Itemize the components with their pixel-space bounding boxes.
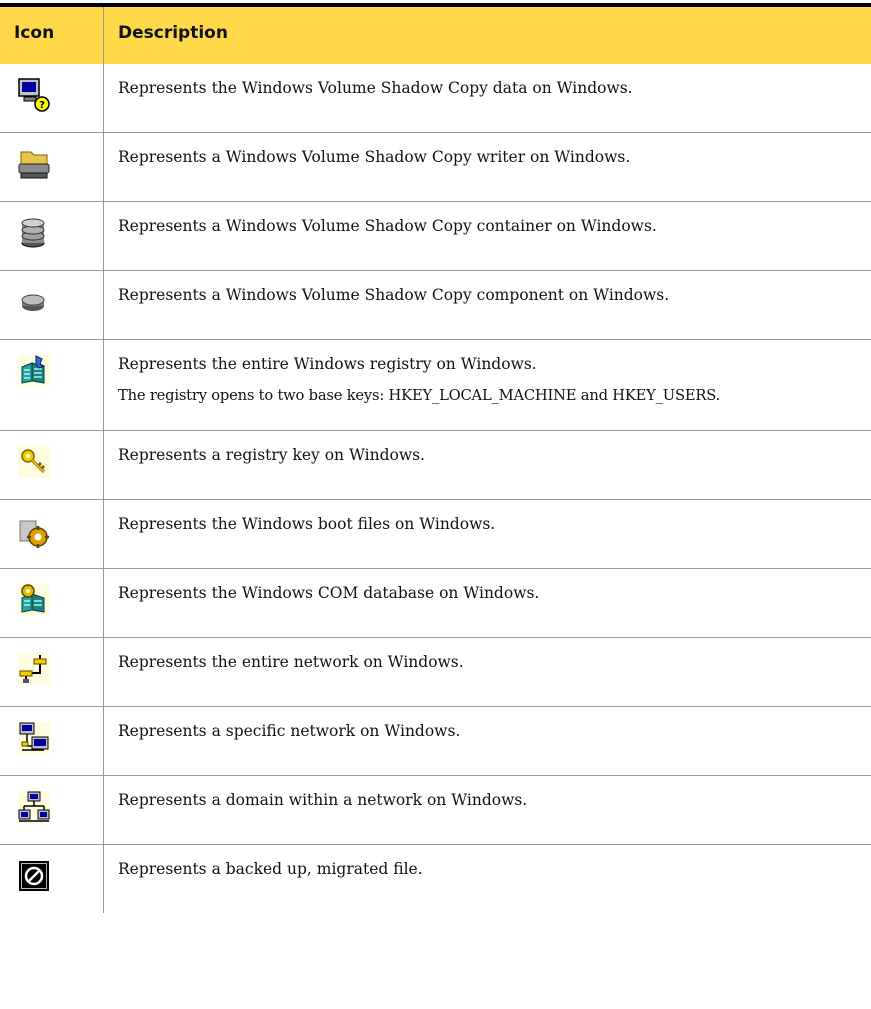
icon-description-table: Icon Description ? Represents the Window… <box>0 3 871 913</box>
vss-component-icon <box>16 284 52 320</box>
row-description: Represents the Windows COM database on W… <box>118 584 540 602</box>
row-description: Represents the Windows Volume Shadow Cop… <box>118 79 633 97</box>
header-description-label: Description <box>118 23 228 43</box>
table-row: ? Represents the Windows Volume Shadow C… <box>0 64 871 133</box>
boot-files-icon <box>16 513 52 549</box>
table-row: Represents a specific network on Windows… <box>0 707 871 776</box>
entire-network-icon <box>16 651 52 687</box>
table-row: Represents a Windows Volume Shadow Copy … <box>0 133 871 202</box>
table-row: Represents a Windows Volume Shadow Copy … <box>0 202 871 271</box>
row-description: Represents the entire network on Windows… <box>118 653 464 671</box>
row-description: Represents the entire Windows registry o… <box>118 355 537 373</box>
row-description-detail: The registry opens to two base keys: HKE… <box>118 387 721 404</box>
header-cell-icon: Icon <box>0 7 104 64</box>
com-database-icon <box>16 582 52 618</box>
table-row: Represents the entire network on Windows… <box>0 638 871 707</box>
vss-data-icon: ? <box>16 77 52 113</box>
table-row: Represents a domain within a network on … <box>0 776 871 845</box>
row-description: Represents a specific network on Windows… <box>118 722 461 740</box>
table-row: Represents a backed up, migrated file. <box>0 845 871 913</box>
row-description: Represents a backed up, migrated file. <box>118 860 423 878</box>
row-description: Represents a Windows Volume Shadow Copy … <box>118 286 670 304</box>
table-row: Represents the entire Windows registry o… <box>0 340 871 431</box>
table-row: Represents the Windows boot files on Win… <box>0 500 871 569</box>
row-description: Represents the Windows boot files on Win… <box>118 515 496 533</box>
table-row: Represents a registry key on Windows. <box>0 431 871 500</box>
domain-icon <box>16 789 52 825</box>
table-row: Represents the Windows COM database on W… <box>0 569 871 638</box>
table-row: Represents a Windows Volume Shadow Copy … <box>0 271 871 340</box>
header-cell-description: Description <box>104 7 871 64</box>
svg-text:?: ? <box>39 100 45 111</box>
row-description: Represents a Windows Volume Shadow Copy … <box>118 148 631 166</box>
row-description: Represents a registry key on Windows. <box>118 446 425 464</box>
row-description: Represents a domain within a network on … <box>118 791 528 809</box>
specific-network-icon <box>16 720 52 756</box>
migrated-file-icon <box>16 858 52 894</box>
vss-writer-icon <box>16 146 52 182</box>
vss-container-icon <box>16 215 52 251</box>
registry-icon <box>16 353 52 389</box>
row-description: Represents a Windows Volume Shadow Copy … <box>118 217 657 235</box>
table-header: Icon Description <box>0 7 871 64</box>
registry-key-icon <box>16 444 52 480</box>
header-icon-label: Icon <box>14 23 55 43</box>
